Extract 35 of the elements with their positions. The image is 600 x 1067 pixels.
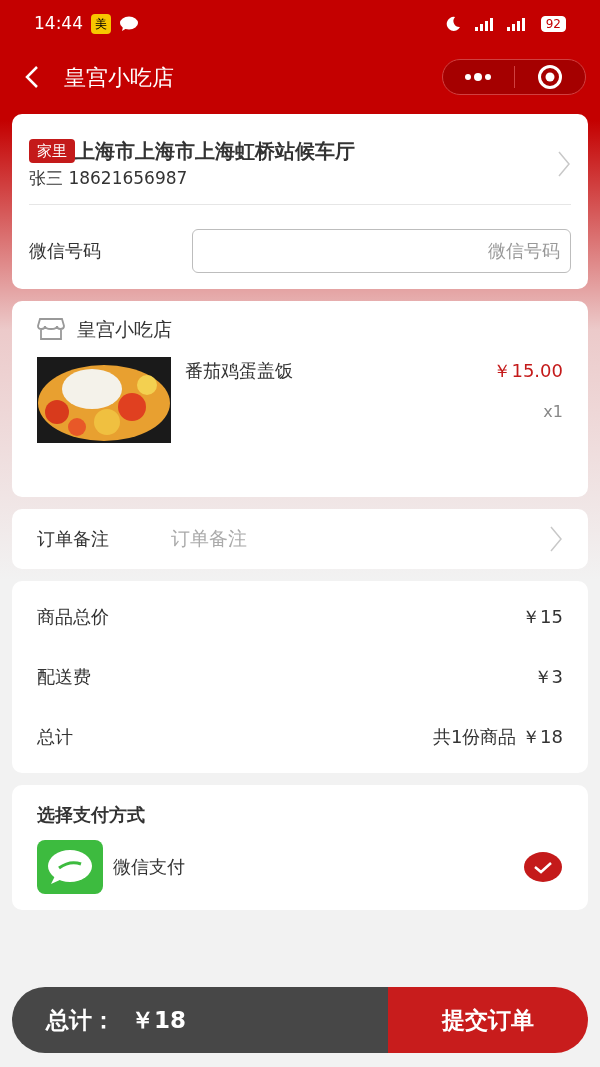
remark-row[interactable]: 订单备注 订单备注	[12, 508, 588, 569]
status-time: 14:44	[34, 12, 83, 36]
wechat-pay-icon	[37, 839, 103, 894]
summary-value: ￥3	[533, 665, 563, 689]
payment-title: 选择支付方式	[37, 802, 146, 827]
summary-value: 共1份商品 ￥18	[432, 725, 563, 749]
battery-indicator: 92	[540, 16, 566, 32]
summary-label: 总计	[37, 725, 73, 749]
wechat-label: 微信号码	[29, 239, 102, 263]
app-badge-icon: 美	[91, 14, 111, 34]
summary-value: ￥15	[522, 605, 563, 629]
dish-quantity: x1	[543, 401, 563, 423]
remark-input-field[interactable]: 订单备注	[171, 524, 549, 553]
dish-name: 番茄鸡蛋盖饭	[185, 359, 293, 383]
store-icon	[37, 316, 65, 341]
address-tag: 家里	[29, 138, 75, 164]
submit-order-button[interactable]: 提交订单	[388, 987, 588, 1053]
back-icon[interactable]	[24, 65, 40, 89]
checked-radio-icon[interactable]	[523, 850, 563, 883]
summary-label: 商品总价	[37, 605, 109, 629]
remark-label: 订单备注	[37, 527, 110, 551]
address-line: 上海市上海市上海虹桥站候车厅	[75, 138, 355, 165]
contact-info: 张三 18621656987	[29, 167, 189, 190]
wechat-input-field[interactable]: 微信号码	[192, 228, 571, 273]
footer-total: 总计： ￥18	[46, 1005, 187, 1035]
shop-name: 皇宫小吃店	[77, 316, 172, 342]
chevron-right-icon	[557, 149, 571, 178]
summary-label: 配送费	[37, 665, 91, 689]
more-icon[interactable]	[463, 73, 494, 81]
payment-name: 微信支付	[113, 855, 186, 879]
chat-bubble-icon	[119, 16, 139, 32]
dish-price: ￥15.00	[493, 359, 563, 383]
chevron-right-icon	[549, 524, 563, 553]
page-title: 皇宫小吃店	[64, 63, 174, 92]
moon-icon	[444, 16, 461, 32]
